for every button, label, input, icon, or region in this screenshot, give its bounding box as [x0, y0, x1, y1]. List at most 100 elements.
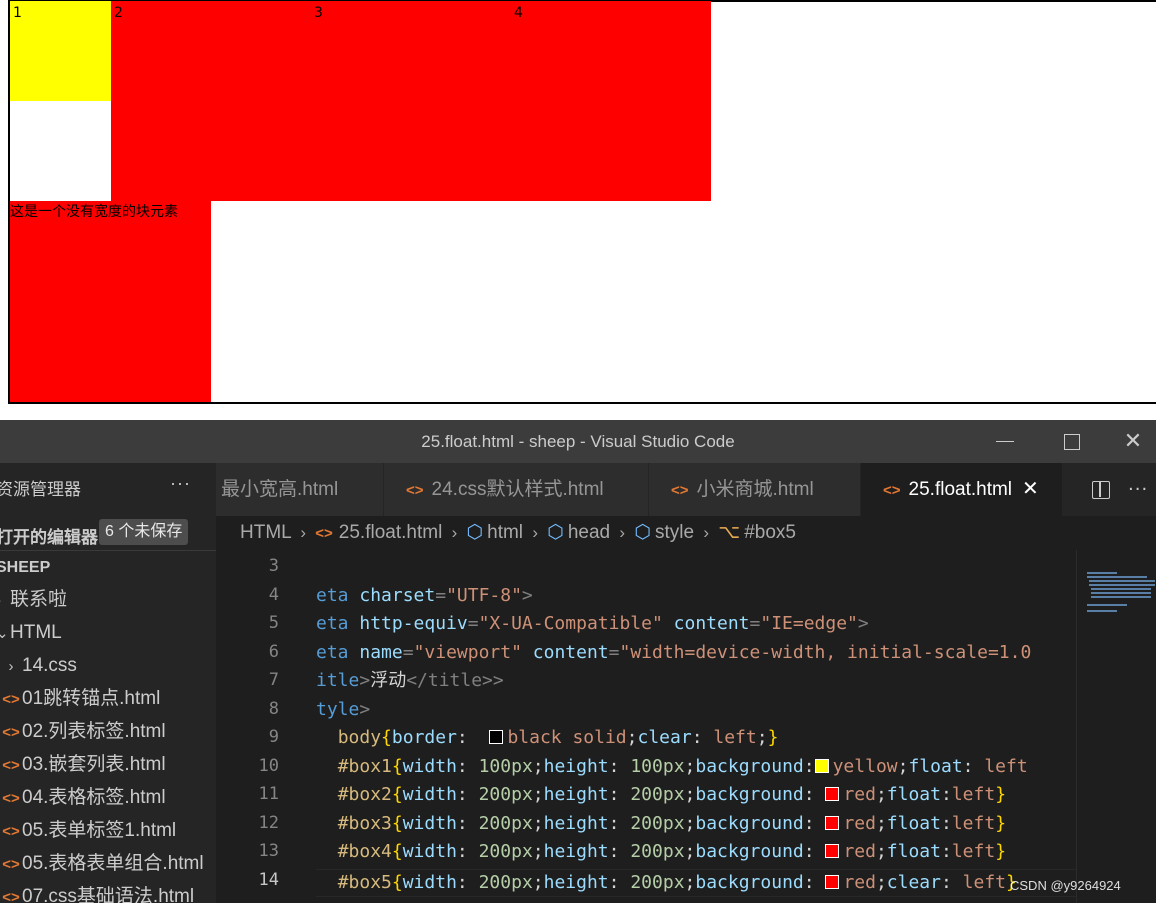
folder-label: 联系啦 [10, 589, 68, 610]
color-swatch-yellow[interactable] [814, 759, 829, 773]
color-swatch-black[interactable] [489, 730, 504, 744]
file-item[interactable]: <> 04.表格标签.html [0, 781, 216, 814]
html-file-icon: <> [2, 790, 20, 807]
tab-label: 25.float.html [908, 479, 1013, 500]
file-item[interactable]: <> 05.表格表单组合.html [0, 847, 216, 880]
line-number-gutter: 3 4 5 6 7 8 9 10 11 12 13 14 [216, 550, 316, 903]
code-line-6: eta name="viewport" content="width=devic… [316, 642, 1032, 663]
code-editor[interactable]: eta charset="UTF-8"> eta http-equiv="X-U… [316, 550, 1076, 903]
minimize-button[interactable] [975, 420, 1035, 463]
breadcrumb-item[interactable]: #box5 [744, 522, 796, 543]
code-line-8: tyle> [316, 699, 371, 720]
folder-html[interactable]: ⌄HTML [0, 616, 212, 649]
line-number: 13 [258, 841, 279, 861]
tab-float-active[interactable]: <> 25.float.html ✕ [861, 463, 1063, 516]
file-item[interactable]: <> 03.嵌套列表.html [0, 748, 216, 781]
line-number: 11 [258, 784, 279, 804]
html-file-icon: <> [2, 856, 20, 873]
minimap[interactable] [1076, 550, 1156, 903]
chevron-down-icon: ⌄ [0, 625, 9, 642]
selector-icon: ⌥ [718, 522, 741, 543]
gap [0, 405, 1156, 420]
breadcrumb-item[interactable]: 25.float.html [339, 522, 443, 543]
html-file-icon: <> [883, 482, 901, 499]
tab-label: 小米商城.html [696, 479, 814, 500]
line-number: 12 [258, 813, 279, 833]
file-14-css[interactable]: › 14.css [0, 649, 216, 682]
maximize-button[interactable] [1042, 420, 1102, 463]
close-icon: ✕ [1123, 429, 1143, 454]
folder-lianxila[interactable]: ›联系啦 [0, 583, 212, 616]
minimap-line [1091, 592, 1151, 594]
code-line-14: #box5{width: 200px;height: 200px;backgro… [337, 872, 1017, 893]
file-label: 05.表单标签1.html [22, 820, 177, 841]
html-file-icon: <> [315, 525, 333, 542]
close-tab-icon[interactable]: ✕ [1022, 478, 1039, 500]
line-number: 10 [258, 756, 279, 776]
title-bar: 25.float.html - sheep - Visual Studio Co… [0, 420, 1156, 463]
color-swatch-red[interactable] [825, 844, 840, 858]
line-number-current: 14 [258, 870, 279, 890]
box5: 这是一个没有宽度的块元素 [10, 201, 211, 402]
minimap-line [1087, 572, 1117, 574]
tab-xiaomi[interactable]: <> 小米商城.html [649, 463, 861, 516]
close-window-button[interactable]: ✕ [1110, 420, 1156, 463]
breadcrumb-item[interactable]: style [655, 522, 694, 543]
html-file-icon: <> [671, 482, 689, 499]
color-swatch-red[interactable] [825, 816, 840, 830]
breadcrumb-item[interactable]: html [487, 522, 523, 543]
breadcrumb-separator: › [703, 523, 709, 542]
vscode-window: 25.float.html - sheep - Visual Studio Co… [0, 420, 1156, 903]
line-number: 6 [268, 642, 279, 662]
html-file-icon: <> [2, 724, 20, 741]
file-label: 14.css [22, 655, 77, 676]
code-line-7: itle>浮动</title>> [316, 670, 504, 691]
tab-default-style[interactable]: <> 24.css默认样式.html [384, 463, 649, 516]
breadcrumb-separator: › [532, 523, 538, 542]
html-file-icon: <> [2, 823, 20, 840]
line-number: 3 [268, 556, 279, 576]
split-editor-icon[interactable] [1092, 481, 1110, 499]
cube-icon: ⬡ [547, 522, 564, 543]
cube-icon: ⬡ [466, 522, 484, 543]
chevron-right-icon: › [8, 658, 14, 675]
color-swatch-red[interactable] [825, 787, 840, 801]
breadcrumb-separator: › [451, 523, 458, 542]
more-actions-button[interactable]: ··· [1128, 463, 1148, 516]
line-number: 5 [268, 613, 279, 633]
breadcrumb-item[interactable]: HTML [240, 522, 291, 543]
box2: 2 [111, 1, 311, 201]
html-file-icon: <> [406, 482, 424, 499]
open-editors-label: 打开的编辑器 [0, 528, 98, 547]
file-item[interactable]: <> 05.表单标签1.html [0, 814, 216, 847]
folder-sheep[interactable]: SHEEP [0, 551, 212, 584]
code-line-10: #box1{width: 100px;height: 100px;backgro… [337, 756, 1028, 777]
html-file-icon: <> [2, 691, 20, 708]
explorer-more-button[interactable]: ··· [170, 473, 191, 494]
open-editors-section[interactable]: 打开的编辑器 6 个未保存 [0, 515, 216, 551]
file-item[interactable]: <> 01跳转锚点.html [0, 682, 216, 715]
explorer-sidebar: 资源管理器 ··· 打开的编辑器 6 个未保存 SHEEP ›联系啦 ⌄HTML… [0, 463, 216, 903]
code-line-13: #box4{width: 200px;height: 200px;backgro… [337, 841, 1007, 862]
color-swatch-red[interactable] [825, 875, 840, 889]
line-number: 8 [268, 699, 279, 719]
file-item[interactable]: <> 02.列表标签.html [0, 715, 216, 748]
file-item[interactable]: <> 07.css基础语法.html [0, 880, 216, 903]
line-number: 4 [268, 585, 279, 605]
minimap-line [1091, 588, 1151, 590]
tab-min-size[interactable]: 最小宽高.html [216, 463, 384, 516]
html-file-icon: <> [2, 889, 20, 903]
file-label: 07.css基础语法.html [22, 886, 195, 903]
minimize-icon [996, 440, 1014, 443]
code-line-11: #box2{width: 200px;height: 200px;backgro… [337, 784, 1007, 805]
breadcrumb-separator: › [619, 523, 626, 542]
box3: 3 [311, 1, 511, 201]
tab-actions: ··· [1086, 463, 1156, 516]
line-number: 7 [268, 670, 279, 690]
breadcrumb-item[interactable]: head [568, 522, 610, 543]
code-line-9: body{border: black solid;clear: left;} [337, 727, 779, 748]
cube-icon: ⬡ [634, 522, 651, 543]
tab-label: 最小宽高.html [221, 479, 339, 500]
folder-label: SHEEP [0, 559, 51, 576]
breadcrumb: HTML › <> 25.float.html › ⬡ html › ⬡ head ›… [216, 516, 1156, 550]
